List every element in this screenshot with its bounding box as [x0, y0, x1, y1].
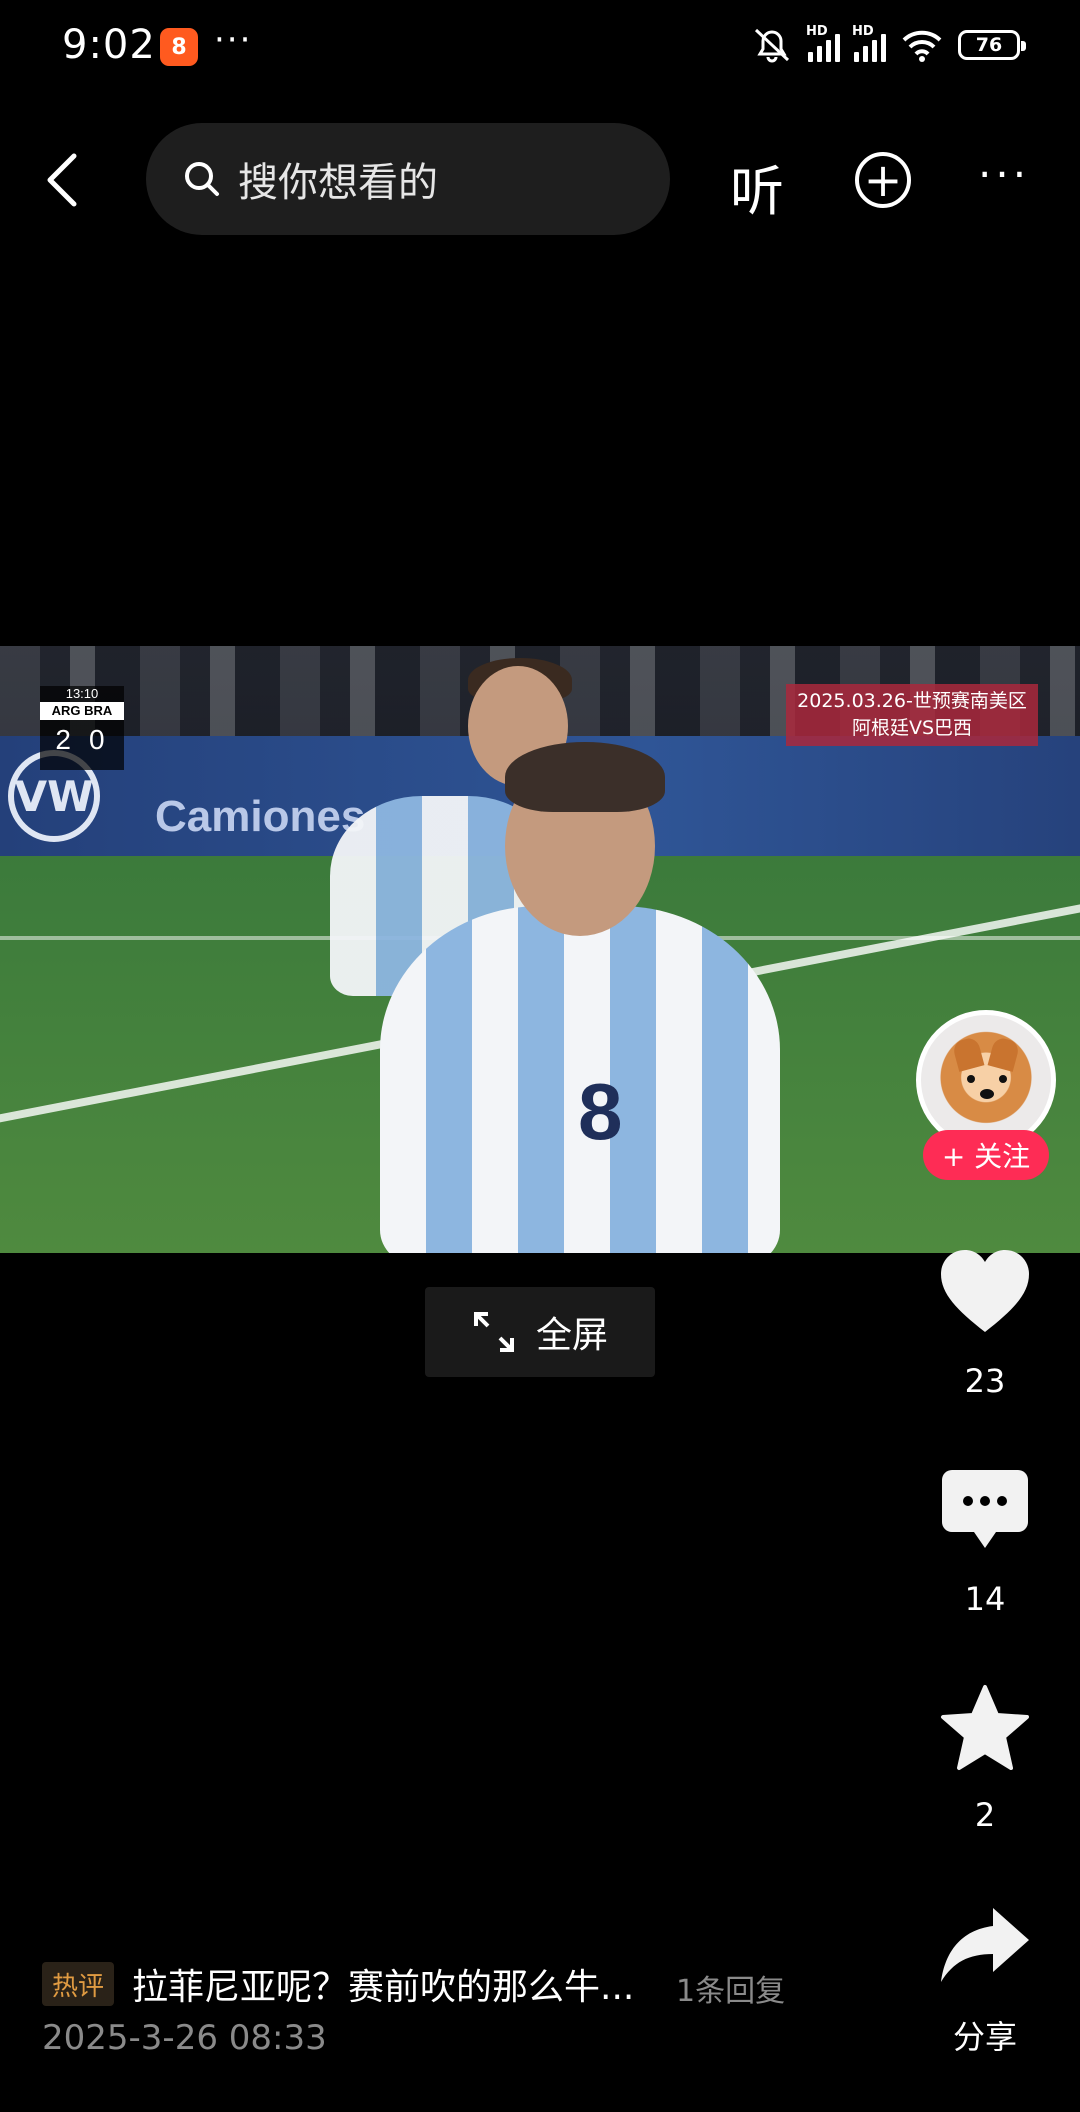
back-button[interactable] — [40, 150, 84, 210]
team-names: ARG BRA — [40, 702, 124, 720]
match-clock: 13:10 — [65, 686, 99, 701]
author-avatar[interactable] — [916, 1010, 1056, 1150]
comment-icon — [942, 1470, 1028, 1548]
comment-count: 14 — [964, 1580, 1006, 1618]
comment-button[interactable] — [935, 1468, 1035, 1552]
video-player[interactable]: VW Camiones 8 13:10 ARG BRA 20 2025.03.2… — [0, 646, 1080, 1253]
favorite-button[interactable] — [935, 1684, 1035, 1772]
match-label: 2025.03.26-世预赛南美区 阿根廷VS巴西 — [786, 684, 1038, 746]
search-icon — [185, 162, 219, 196]
signal-icon: HD — [852, 24, 886, 62]
star-icon — [941, 1685, 1029, 1770]
follow-button[interactable]: + 关注 — [923, 1130, 1049, 1180]
add-button[interactable]: + — [855, 152, 911, 208]
score: 20 — [55, 724, 123, 755]
favorite-count: 2 — [974, 1796, 996, 1834]
status-icons: HD HD 76 — [750, 24, 1026, 64]
like-count: 23 — [964, 1362, 1006, 1400]
post-date: 2025-3-26 08:33 — [42, 2018, 327, 2058]
listen-button[interactable]: 听 — [730, 147, 784, 226]
hot-comment-tag: 热评 — [42, 1962, 115, 2006]
chevron-left-icon — [47, 153, 77, 207]
signal-icon: HD — [806, 24, 840, 62]
plus-icon: + — [863, 153, 903, 207]
wifi-icon — [902, 30, 942, 62]
fullscreen-label: 全屏 — [535, 1315, 608, 1356]
expand-icon — [473, 1312, 514, 1352]
like-button[interactable] — [935, 1248, 1035, 1336]
fullscreen-button[interactable]: 全屏 — [425, 1287, 655, 1377]
more-notifications-icon: ··· — [214, 20, 253, 60]
app-notification-icon: 8 — [160, 28, 198, 66]
jersey-number: 8 — [578, 1067, 623, 1156]
share-label: 分享 — [952, 2018, 1017, 2056]
scoreboard: 13:10 ARG BRA 20 — [40, 686, 124, 770]
heart-icon — [941, 1250, 1029, 1332]
share-button[interactable] — [935, 1904, 1035, 1984]
reply-count[interactable]: 1条回复 — [676, 1966, 785, 2010]
search-placeholder: 搜你想看的 — [238, 160, 438, 206]
mute-icon — [754, 28, 790, 63]
more-options-button[interactable]: ··· — [978, 150, 1030, 199]
share-arrow-icon — [941, 1908, 1029, 1982]
ad-text: Camiones — [155, 792, 366, 841]
player-hair — [505, 742, 665, 812]
status-time: 9:02 — [62, 22, 156, 68]
battery-icon: 76 — [958, 30, 1026, 60]
search-input[interactable]: 搜你想看的 — [146, 123, 670, 235]
hot-comment-text[interactable]: 拉菲尼亚呢？赛前吹的那么牛... — [132, 1958, 634, 2010]
